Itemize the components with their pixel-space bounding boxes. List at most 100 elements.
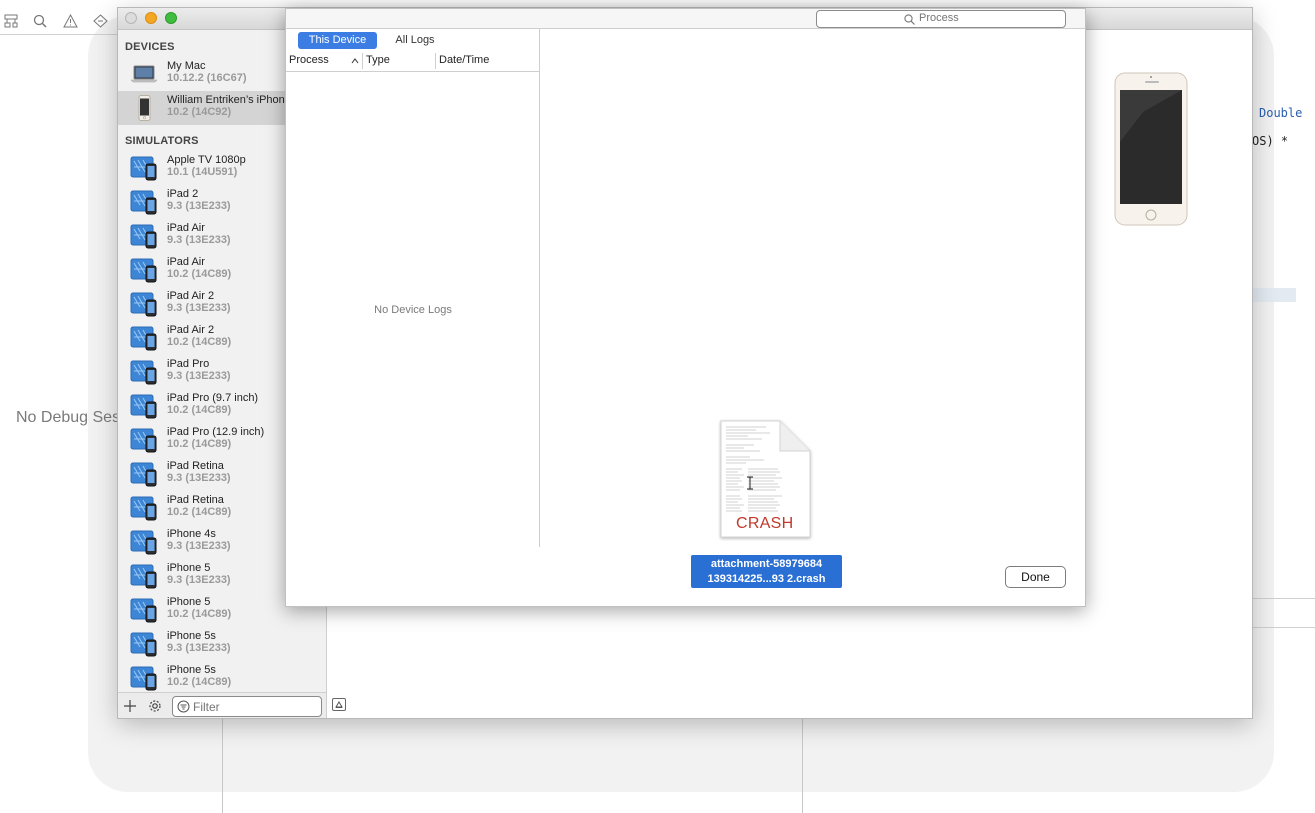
simulator-icon: [130, 461, 158, 487]
no-debug-session-text: No Debug Session: [16, 409, 117, 426]
sheet-toolbar: [286, 9, 1085, 29]
iphone-illustration: [1114, 72, 1188, 226]
simulator-icon: [130, 597, 158, 623]
sidebar-bottom-bar: [118, 692, 326, 718]
sort-ascending-icon[interactable]: [351, 58, 359, 64]
breakpoint-icon[interactable]: [93, 14, 108, 28]
process-search-field[interactable]: [816, 10, 1066, 28]
no-device-logs-text: No Device Logs: [374, 304, 452, 316]
device-version: 9.3 (13E233): [167, 642, 231, 654]
crash-file-name[interactable]: attachment-58979684 139314225...93 2.cra…: [691, 555, 842, 588]
device-name: iPad Pro (9.7 inch): [167, 392, 259, 404]
device-name: iPhone 4s: [167, 528, 216, 540]
device-version: 10.2 (14C92): [167, 106, 232, 118]
code-fragment: Double: [1259, 106, 1303, 120]
simulator-icon: [130, 393, 158, 419]
simulator-icon: [130, 563, 158, 589]
navigator-toolbar: [0, 8, 118, 34]
filter-icon: [177, 700, 190, 713]
minimize-button[interactable]: [145, 12, 157, 24]
device-version: 10.2 (14C89): [167, 268, 232, 280]
device-version: 10.2 (14C89): [167, 438, 232, 450]
device-name: iPad Air 2: [167, 324, 215, 336]
debug-area-divider: [222, 718, 223, 813]
device-version: 10.1 (14U591): [167, 166, 238, 178]
file-name-line-2: 139314225...93 2.crash: [707, 573, 826, 585]
logs-column-header: Process Type Date/Time: [286, 51, 540, 72]
simulator-icon: [130, 529, 158, 555]
device-name: iPad Air: [167, 256, 205, 268]
filter-input[interactable]: [193, 699, 317, 714]
column-type[interactable]: Type: [366, 54, 390, 66]
logs-list-pane: Process Type Date/Time No Device Logs: [286, 29, 540, 547]
device-version: 9.3 (13E233): [167, 540, 231, 552]
simulator-icon: [130, 359, 158, 385]
device-name: iPad Retina: [167, 494, 224, 506]
toggle-console-button[interactable]: [332, 698, 346, 711]
column-separator[interactable]: [435, 53, 436, 69]
device-version: 9.3 (13E233): [167, 370, 231, 382]
device-name: iPhone 5s: [167, 664, 216, 676]
done-button[interactable]: Done: [1005, 566, 1066, 588]
add-icon[interactable]: [124, 700, 136, 712]
device-name: iPad Pro: [167, 358, 210, 370]
search-icon[interactable]: [33, 14, 47, 28]
simulator-icon: [130, 325, 158, 351]
crash-badge: CRASH: [736, 515, 794, 532]
column-date-time[interactable]: Date/Time: [439, 54, 489, 66]
device-name: iPad 2: [167, 188, 199, 200]
file-name-line-1: attachment-58979684: [710, 558, 823, 570]
device-name: iPad Retina: [167, 460, 224, 472]
warning-icon[interactable]: [63, 14, 78, 28]
simulator-icon: [130, 223, 158, 249]
device-version: 10.2 (14C89): [167, 404, 232, 416]
device-name: My Mac: [167, 60, 206, 72]
process-search-input[interactable]: [919, 12, 1059, 24]
devices-section-header: DEVICES: [125, 41, 175, 53]
gear-icon[interactable]: [148, 699, 162, 713]
iphone-icon: [130, 95, 158, 121]
device-version: 10.12.2 (16C67): [167, 72, 247, 84]
triangle-up-icon: [335, 701, 343, 708]
simulator-item[interactable]: iPhone 5s 9.3 (13E233): [118, 627, 326, 661]
simulator-icon: [130, 427, 158, 453]
device-version: 10.2 (14C89): [167, 336, 232, 348]
hierarchy-icon[interactable]: [4, 14, 18, 28]
search-icon: [904, 14, 915, 25]
simulator-icon: [130, 155, 158, 181]
zoom-button[interactable]: [165, 12, 177, 24]
device-version: 9.3 (13E233): [167, 574, 231, 586]
device-name: William Entriken’s iPhone: [167, 94, 291, 106]
device-name: iPhone 5s: [167, 630, 216, 642]
device-name: iPad Air: [167, 222, 205, 234]
close-button[interactable]: [125, 12, 137, 24]
code-fragment: OS) *: [1252, 134, 1289, 148]
device-version: 10.2 (14C89): [167, 676, 232, 688]
device-name: Apple TV 1080p: [167, 154, 246, 166]
simulator-icon: [130, 631, 158, 657]
debug-area-divider: [802, 718, 803, 813]
column-process[interactable]: Process: [289, 54, 329, 66]
device-version: 9.3 (13E233): [167, 200, 231, 212]
device-name: iPad Pro (12.9 inch): [167, 426, 265, 438]
device-name: iPhone 5: [167, 596, 211, 608]
simulator-icon: [130, 257, 158, 283]
device-version: 10.2 (14C89): [167, 608, 232, 620]
simulator-icon: [130, 189, 158, 215]
column-separator[interactable]: [362, 53, 363, 69]
simulator-icon: [130, 291, 158, 317]
editor-divider: [1252, 627, 1315, 628]
device-name: iPhone 5: [167, 562, 211, 574]
editor-divider: [1252, 598, 1315, 599]
device-version: 10.2 (14C89): [167, 506, 232, 518]
simulators-section-header: SIMULATORS: [125, 135, 199, 147]
simulator-item[interactable]: iPhone 5s 10.2 (14C89): [118, 661, 326, 692]
mac-icon: [130, 61, 158, 87]
simulator-icon: [130, 665, 158, 691]
filter-field[interactable]: [172, 696, 322, 717]
device-logs-sheet: This Device All Logs Process Type Date/T…: [285, 8, 1086, 607]
toolbar-divider: [0, 34, 118, 35]
code-highlight: [1252, 288, 1296, 302]
device-version: 9.3 (13E233): [167, 472, 231, 484]
device-version: 9.3 (13E233): [167, 234, 231, 246]
